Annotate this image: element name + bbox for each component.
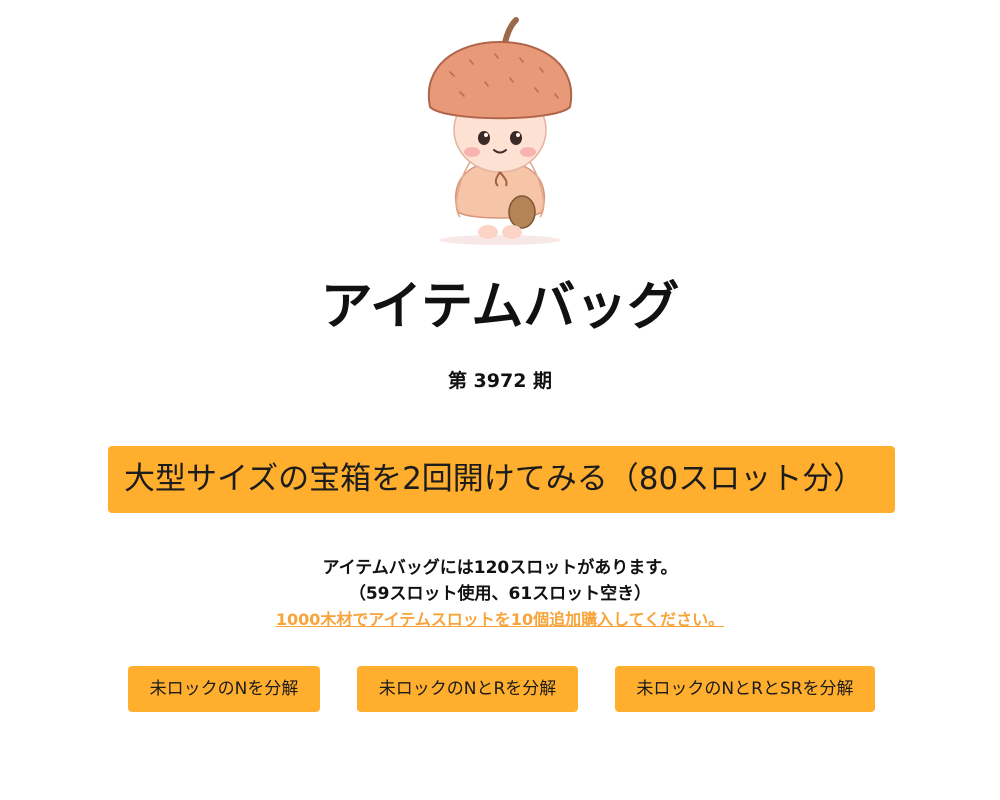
open-chest-button[interactable]: 大型サイズの宝箱を2回開けてみる（80スロット分）	[108, 446, 895, 513]
dismantle-n-r-button[interactable]: 未ロックのNとRを分解	[357, 666, 578, 712]
bag-info: アイテムバッグには120スロットがあります。 （59スロット使用、61スロット空…	[0, 555, 1000, 633]
buy-slots-link[interactable]: 1000木材でアイテムスロットを10個追加購入してください。	[276, 610, 724, 629]
page-title: アイテムバッグ	[320, 277, 680, 337]
dismantle-n-button[interactable]: 未ロックのNを分解	[128, 666, 320, 712]
acorn-mascot-icon	[427, 17, 573, 245]
season-number: 第 3972 期	[447, 370, 553, 392]
item-bag-page: アイテムバッグ 第 3972 期 大型サイズの宝箱を2回開けてみる（80スロット…	[0, 0, 1000, 800]
slot-usage-text: （59スロット使用、61スロット空き）	[348, 584, 652, 604]
dismantle-n-r-sr-button[interactable]: 未ロックのNとRとSRを分解	[615, 666, 875, 712]
slot-capacity-text: アイテムバッグには120スロットがあります。	[322, 558, 678, 578]
